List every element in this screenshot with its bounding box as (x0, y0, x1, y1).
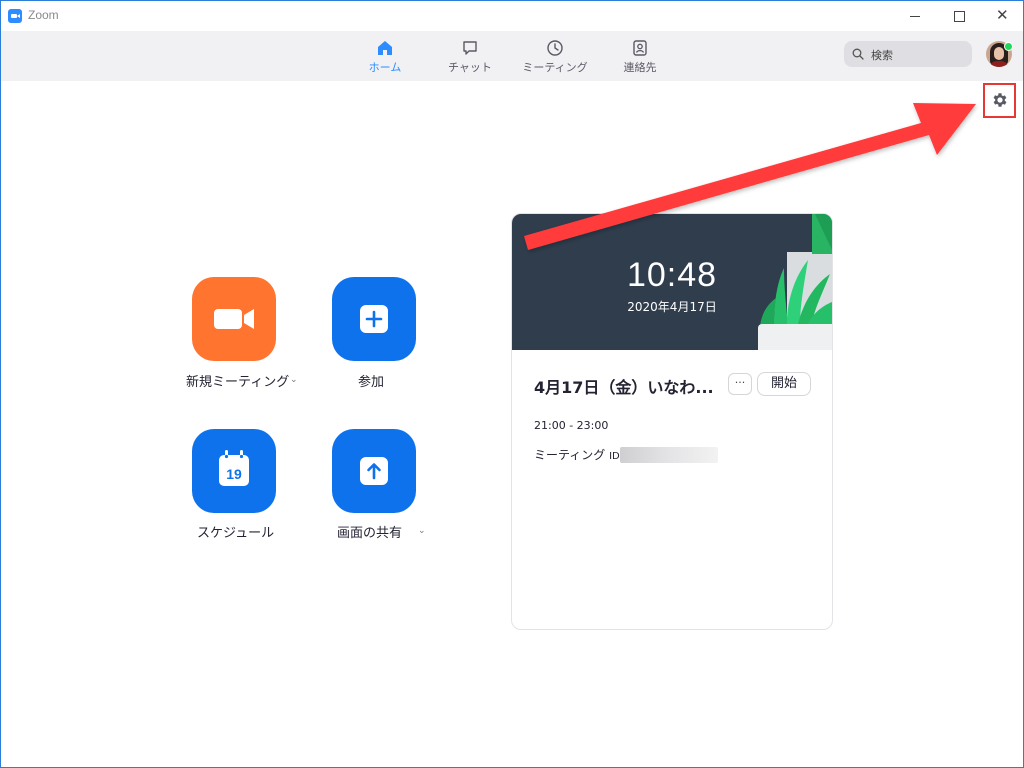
meeting-time-range: 21:00 - 23:00 (534, 419, 609, 432)
new-meeting-button[interactable] (192, 277, 276, 361)
meeting-id-text: ミーティング (534, 448, 606, 462)
plus-icon (360, 305, 388, 333)
tab-home-label: ホーム (368, 61, 402, 74)
card-header-image: 10:48 2020年4月17日 (512, 214, 832, 350)
window-title: Zoom (28, 8, 59, 22)
tab-home[interactable]: ホーム (350, 35, 420, 77)
gear-icon[interactable] (991, 91, 1009, 109)
tab-meetings[interactable]: ミーティング (520, 35, 590, 77)
minimize-icon (910, 16, 920, 17)
start-meeting-button[interactable]: 開始 (757, 372, 811, 396)
search-placeholder: 検索 (871, 49, 893, 62)
more-options-button[interactable]: ··· (728, 373, 752, 395)
chevron-down-icon[interactable]: ⌄ (418, 526, 426, 536)
presence-status-dot (1004, 42, 1013, 51)
maximize-button[interactable] (936, 1, 982, 31)
tab-contacts[interactable]: 連絡先 (605, 35, 675, 77)
share-screen-button[interactable] (332, 429, 416, 513)
video-camera-icon (214, 309, 254, 329)
meeting-title[interactable]: 4月17日（金）いなわ... (534, 374, 714, 398)
join-label: 参加 (358, 375, 385, 390)
close-button[interactable]: ✕ (979, 1, 1024, 31)
new-meeting-label: 新規ミーティング (186, 375, 290, 390)
upcoming-meeting-card: 10:48 2020年4月17日 4月17日（金）いなわ... ··· 開始 2… (511, 213, 833, 630)
chat-icon (463, 41, 477, 55)
join-button[interactable] (332, 277, 416, 361)
contacts-icon (633, 40, 647, 56)
meeting-id-redacted (620, 447, 718, 463)
share-arrow-up-icon (360, 457, 388, 485)
current-time: 10:48 (626, 256, 718, 294)
current-date: 2020年4月17日 (627, 300, 717, 314)
minimize-button[interactable] (892, 1, 938, 31)
search-icon (852, 48, 864, 60)
home-icon (378, 41, 392, 55)
tab-chat-label: チャット (448, 61, 492, 74)
maximize-icon (954, 11, 965, 22)
close-icon: ✕ (996, 6, 1009, 24)
clock-icon (547, 40, 563, 56)
tab-meetings-label: ミーティング (522, 61, 588, 74)
calendar-day-number: 19 (226, 466, 242, 482)
title-bar: Zoom ✕ (1, 1, 1023, 31)
top-toolbar: ホーム チャット ミーティング 連絡先 検索 (1, 31, 1023, 81)
tab-chat[interactable]: チャット (435, 35, 505, 77)
chevron-down-icon[interactable]: ⌄ (290, 375, 298, 385)
search-input[interactable]: 検索 (844, 41, 972, 67)
zoom-logo-icon (8, 9, 22, 23)
tab-contacts-label: 連絡先 (623, 61, 657, 74)
share-screen-label: 画面の共有 (337, 526, 403, 541)
schedule-button[interactable]: 19 (192, 429, 276, 513)
schedule-label: スケジュール (197, 526, 275, 541)
zoom-window: Zoom ✕ ホーム チャット ミーティング 連絡先 検索 新規ミーティング ⌄… (0, 0, 1024, 768)
calendar-icon: 19 (219, 450, 249, 486)
meeting-id-label: ミーティング ID: (534, 446, 623, 463)
